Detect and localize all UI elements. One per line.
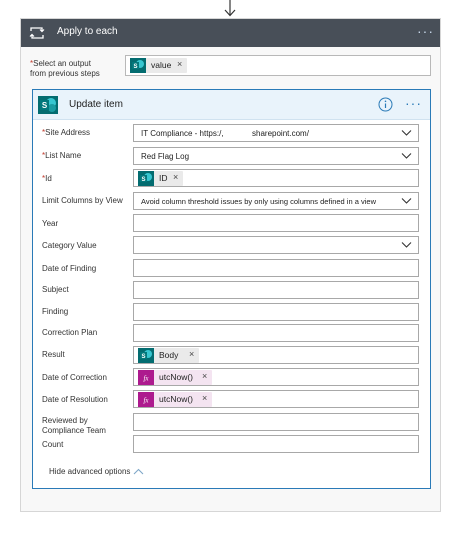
id-token[interactable]: S ID × — [138, 171, 183, 186]
remove-token-icon[interactable]: × — [202, 371, 207, 381]
result-field[interactable]: S Body × — [133, 346, 419, 364]
arrow-down-icon — [224, 0, 236, 17]
site-address-label: *Site Address — [42, 128, 91, 137]
sharepoint-icon: S — [138, 171, 154, 186]
token-label: utcNow() — [159, 372, 194, 382]
expression-icon: fx — [138, 392, 154, 407]
more-options-icon[interactable]: ··· — [417, 23, 434, 39]
update-item-header[interactable]: S Update item ··· — [33, 90, 430, 120]
subject-input[interactable] — [133, 281, 419, 299]
sharepoint-icon: S — [138, 348, 154, 363]
list-name-value: Red Flag Log — [141, 152, 190, 161]
category-value-label: Category Value — [42, 241, 97, 250]
limit-columns-label: Limit Columns by View — [42, 196, 123, 205]
apply-to-each-header[interactable]: Apply to each ··· — [21, 19, 440, 47]
utcnow-expression-token[interactable]: fx utcNow() × — [138, 370, 212, 385]
correction-plan-label: Correction Plan — [42, 328, 98, 337]
date-of-resolution-label: Date of Resolution — [42, 395, 108, 404]
token-label: value — [151, 60, 172, 70]
svg-text:S: S — [133, 64, 137, 70]
chevron-down-icon — [401, 130, 412, 136]
flow-designer-canvas: Apply to each ··· *Select an output from… — [0, 0, 474, 537]
token-label: utcNow() — [159, 394, 194, 404]
chevron-down-icon — [401, 153, 412, 159]
chevron-down-icon — [401, 242, 412, 248]
svg-text:fx: fx — [143, 375, 149, 383]
select-output-label: *Select an output from previous steps — [30, 59, 100, 78]
hide-advanced-options-link[interactable]: Hide advanced options — [49, 467, 130, 476]
date-of-correction-label: Date of Correction — [42, 373, 107, 382]
finding-input[interactable] — [133, 303, 419, 321]
more-options-icon[interactable]: ··· — [405, 95, 422, 111]
id-label: *Id — [42, 174, 52, 183]
reviewed-by-label: Reviewed by Compliance Team — [42, 416, 106, 435]
site-address-dropdown[interactable]: IT Compliance - https:/, sharepoint.com/ — [133, 124, 419, 142]
remove-token-icon[interactable]: × — [173, 172, 178, 182]
info-icon[interactable] — [378, 97, 393, 112]
category-value-dropdown[interactable] — [133, 236, 419, 254]
token-label: Body — [159, 350, 179, 360]
remove-token-icon[interactable]: × — [177, 59, 182, 69]
svg-text:S: S — [42, 101, 48, 110]
limit-columns-dropdown[interactable]: Avoid column threshold issues by only us… — [133, 192, 419, 210]
date-of-finding-label: Date of Finding — [42, 264, 97, 273]
site-address-value-part-2: sharepoint.com/ — [252, 129, 309, 138]
date-of-resolution-field[interactable]: fx utcNow() × — [133, 390, 419, 408]
sharepoint-icon: S — [38, 96, 58, 114]
id-field[interactable]: S ID × — [133, 169, 419, 187]
list-name-dropdown[interactable]: Red Flag Log — [133, 147, 419, 165]
utcnow-expression-token[interactable]: fx utcNow() × — [138, 392, 212, 407]
reviewed-by-input[interactable] — [133, 413, 419, 431]
svg-text:fx: fx — [143, 397, 149, 405]
date-of-finding-input[interactable] — [133, 259, 419, 277]
finding-label: Finding — [42, 307, 69, 316]
sharepoint-icon: S — [130, 58, 146, 73]
remove-token-icon[interactable]: × — [202, 393, 207, 403]
year-input[interactable] — [133, 214, 419, 232]
apply-to-each-card: Apply to each ··· *Select an output from… — [20, 18, 441, 512]
list-name-label: *List Name — [42, 151, 82, 160]
subject-label: Subject — [42, 285, 69, 294]
value-token[interactable]: S value × — [130, 58, 187, 73]
update-item-card: S Update item ··· *Site Address IT Compl… — [32, 89, 431, 489]
expression-icon: fx — [138, 370, 154, 385]
loop-icon — [29, 27, 45, 39]
svg-text:S: S — [141, 177, 145, 183]
body-token[interactable]: S Body × — [138, 348, 199, 363]
svg-text:S: S — [141, 354, 145, 360]
apply-to-each-title: Apply to each — [57, 26, 118, 37]
token-label: ID — [159, 173, 168, 183]
date-of-correction-field[interactable]: fx utcNow() × — [133, 368, 419, 386]
select-output-field[interactable]: S value × — [125, 55, 431, 76]
chevron-down-icon — [401, 198, 412, 204]
site-address-value-part-1: IT Compliance - https:/, — [141, 129, 224, 138]
correction-plan-input[interactable] — [133, 324, 419, 342]
chevron-up-icon[interactable] — [133, 468, 144, 475]
year-label: Year — [42, 219, 59, 228]
limit-columns-value: Avoid column threshold issues by only us… — [141, 197, 376, 206]
divider — [20, 511, 441, 512]
count-input[interactable] — [133, 435, 419, 453]
result-label: Result — [42, 350, 65, 359]
update-item-title: Update item — [69, 99, 123, 110]
count-label: Count — [42, 440, 64, 449]
remove-token-icon[interactable]: × — [189, 349, 194, 359]
